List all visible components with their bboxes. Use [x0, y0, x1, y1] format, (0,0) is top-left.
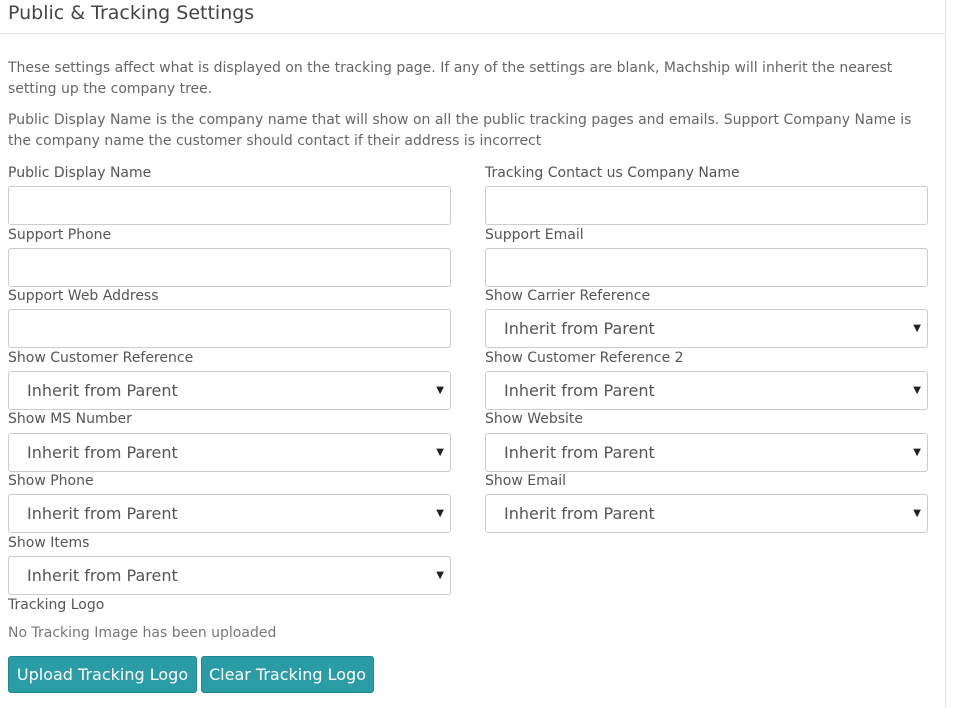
show-carrier-reference-select[interactable]: Inherit from Parent ▼ — [485, 309, 928, 348]
support-phone-label: Support Phone — [8, 227, 112, 243]
caret-down-icon: ▼ — [436, 570, 444, 581]
settings-panel: Public & Tracking Settings These setting… — [0, 0, 946, 708]
description-inherit: These settings affect what is displayed … — [8, 60, 893, 97]
select-value: Inherit from Parent — [27, 443, 178, 462]
show-email-select[interactable]: Inherit from Parent ▼ — [485, 494, 928, 533]
support-web-address-input[interactable] — [8, 309, 451, 348]
show-items-select[interactable]: Inherit from Parent ▼ — [8, 556, 451, 595]
public-display-name-input[interactable] — [8, 186, 451, 225]
show-customer-reference-label: Show Customer Reference — [8, 350, 194, 366]
support-email-label: Support Email — [485, 227, 584, 243]
upload-tracking-logo-button[interactable]: Upload Tracking Logo — [8, 656, 197, 693]
caret-down-icon: ▼ — [436, 508, 444, 519]
show-customer-reference-2-select[interactable]: Inherit from Parent ▼ — [485, 371, 928, 410]
select-value: Inherit from Parent — [504, 319, 655, 338]
caret-down-icon: ▼ — [436, 447, 444, 458]
show-website-select[interactable]: Inherit from Parent ▼ — [485, 433, 928, 472]
show-ms-number-label: Show MS Number — [8, 411, 132, 427]
show-customer-reference-select[interactable]: Inherit from Parent ▼ — [8, 371, 451, 410]
public-display-name-label: Public Display Name — [8, 165, 152, 181]
tracking-contact-company-input[interactable] — [485, 186, 928, 225]
support-email-input[interactable] — [485, 248, 928, 287]
select-value: Inherit from Parent — [504, 381, 655, 400]
select-value: Inherit from Parent — [504, 504, 655, 523]
show-ms-number-select[interactable]: Inherit from Parent ▼ — [8, 433, 451, 472]
show-phone-label: Show Phone — [8, 473, 94, 489]
select-value: Inherit from Parent — [27, 566, 178, 585]
show-website-label: Show Website — [485, 411, 584, 427]
show-customer-reference-2-label: Show Customer Reference 2 — [485, 350, 684, 366]
select-value: Inherit from Parent — [27, 381, 178, 400]
support-phone-input[interactable] — [8, 248, 451, 287]
show-phone-select[interactable]: Inherit from Parent ▼ — [8, 494, 451, 533]
caret-down-icon: ▼ — [913, 385, 921, 396]
tracking-contact-company-label: Tracking Contact us Company Name — [485, 165, 740, 181]
select-value: Inherit from Parent — [27, 504, 178, 523]
show-email-label: Show Email — [485, 473, 567, 489]
page-title: Public & Tracking Settings — [8, 2, 255, 24]
clear-tracking-logo-button[interactable]: Clear Tracking Logo — [201, 656, 374, 693]
caret-down-icon: ▼ — [913, 323, 921, 334]
caret-down-icon: ▼ — [436, 385, 444, 396]
show-carrier-reference-label: Show Carrier Reference — [485, 288, 651, 304]
description-display-name: Public Display Name is the company name … — [8, 112, 912, 149]
tracking-logo-status: No Tracking Image has been uploaded — [8, 625, 277, 641]
caret-down-icon: ▼ — [913, 447, 921, 458]
select-value: Inherit from Parent — [504, 443, 655, 462]
caret-down-icon: ▼ — [913, 508, 921, 519]
title-divider — [0, 33, 946, 34]
show-items-label: Show Items — [8, 535, 90, 551]
tracking-logo-label: Tracking Logo — [8, 597, 105, 613]
support-web-address-label: Support Web Address — [8, 288, 159, 304]
